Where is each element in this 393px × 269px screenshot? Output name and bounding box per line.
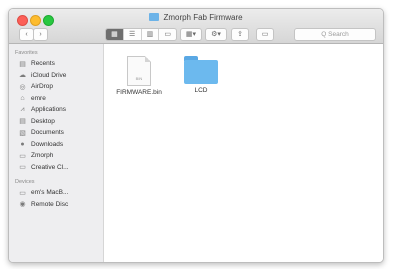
desktop-icon: ▤: [19, 118, 26, 126]
sidebar-item-airdrop[interactable]: ◎ AirDrop: [9, 81, 103, 93]
sidebar-item-label: Remote Disc: [31, 200, 69, 208]
sidebar-item-label: Documents: [31, 129, 64, 137]
airdrop-icon: ◎: [19, 83, 26, 91]
sidebar-item-desktop[interactable]: ▤ Desktop: [9, 116, 103, 128]
sidebar-item-recents[interactable]: ▤ Recents: [9, 58, 103, 70]
folder-icon: ▭: [19, 164, 26, 172]
sidebar-item-label: Downloads: [31, 140, 64, 148]
sidebar-item-emre[interactable]: ⌂ emre: [9, 93, 103, 105]
clock-list-icon: ▤: [19, 60, 26, 68]
sidebar-item-applications[interactable]: ⩘ Applications: [9, 104, 103, 116]
home-icon: ⌂: [20, 94, 25, 102]
folder-name: LCD: [194, 87, 208, 94]
devices-header: Devices: [15, 179, 35, 185]
gallery-view-button[interactable]: ▭: [159, 29, 176, 40]
list-view-button[interactable]: ☰: [124, 29, 142, 40]
sidebar-item-label: iCloud Drive: [31, 71, 67, 79]
back-button[interactable]: ‹: [19, 28, 34, 41]
sidebar: Favorites ▤ Recents ☁ iCloud Drive ◎ AirDro…: [9, 44, 104, 262]
document-icon: BIN: [127, 56, 151, 86]
arrange-button[interactable]: ▦▾: [180, 28, 202, 41]
sidebar-item-macbook[interactable]: ▭ em's MacB...: [9, 187, 103, 199]
sidebar-item-label: Creative Cl...: [31, 163, 69, 171]
sidebar-item-remote-disc[interactable]: ◉ Remote Disc: [9, 199, 103, 211]
sidebar-item-label: Desktop: [31, 117, 55, 125]
icon-view-button[interactable]: ▦: [106, 29, 124, 40]
window-title-text: Zmorph Fab Firmware: [163, 13, 243, 22]
view-mode-group: ▦ ☰ ▥ ▭: [105, 28, 177, 41]
favorites-header: Favorites: [15, 50, 38, 56]
sidebar-item-label: em's MacB...: [31, 189, 69, 197]
sidebar-item-icloud-drive[interactable]: ☁ iCloud Drive: [9, 70, 103, 82]
sidebar-item-label: Recents: [31, 60, 55, 68]
file-extension-label: BIN: [135, 76, 143, 81]
sidebar-item-downloads[interactable]: ● Downloads: [9, 139, 103, 151]
forward-button[interactable]: ›: [33, 28, 48, 41]
applications-icon: ⩘: [20, 105, 25, 113]
window-title: Zmorph Fab Firmware: [9, 13, 383, 22]
folder-icon: ▭: [19, 152, 26, 160]
tag-button[interactable]: ▭: [256, 28, 274, 41]
folder-item-lcd[interactable]: LCD: [176, 56, 226, 94]
sidebar-item-creative-cloud[interactable]: ▭ Creative Cl...: [9, 162, 103, 174]
downloads-icon: ●: [20, 140, 25, 148]
cloud-icon: ☁: [19, 72, 26, 80]
file-browser-content: BIN FIRMWARE.bin LCD: [104, 44, 383, 262]
action-gear-button[interactable]: ⚙▾: [205, 28, 227, 41]
folder-icon: [184, 56, 218, 84]
titlebar: Zmorph Fab Firmware ‹ › ▦ ☰ ▥ ▭ ▦▾ ⚙▾ ⇪ …: [9, 9, 383, 44]
share-button[interactable]: ⇪: [231, 28, 249, 41]
disc-icon: ◉: [19, 201, 26, 209]
column-view-button[interactable]: ▥: [142, 29, 160, 40]
sidebar-item-label: Zmorph: [31, 152, 54, 160]
file-name: FIRMWARE.bin: [116, 89, 162, 96]
search-input[interactable]: Q Search: [294, 28, 376, 41]
documents-icon: ▧: [19, 129, 26, 137]
sidebar-item-label: Applications: [31, 106, 67, 114]
laptop-icon: ▭: [19, 189, 26, 197]
sidebar-item-label: emre: [31, 94, 46, 102]
sidebar-item-zmorph[interactable]: ▭ Zmorph: [9, 150, 103, 162]
sidebar-item-label: AirDrop: [31, 83, 54, 91]
sidebar-item-documents[interactable]: ▧ Documents: [9, 127, 103, 139]
folder-icon: [149, 13, 160, 21]
file-item-firmware[interactable]: BIN FIRMWARE.bin: [114, 56, 164, 96]
finder-window: Zmorph Fab Firmware ‹ › ▦ ☰ ▥ ▭ ▦▾ ⚙▾ ⇪ …: [8, 8, 384, 263]
